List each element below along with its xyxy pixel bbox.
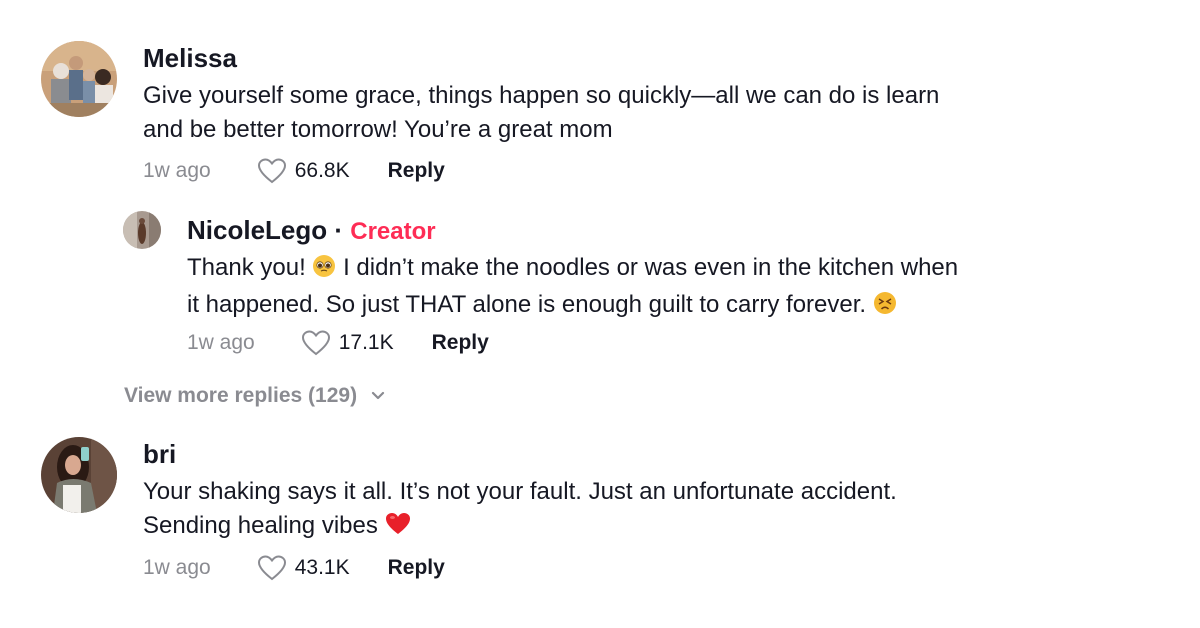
timestamp: 1w ago bbox=[143, 159, 211, 182]
heart-outline-icon bbox=[257, 158, 286, 184]
username[interactable]: Melissa bbox=[143, 43, 237, 74]
red-heart-emoji bbox=[385, 512, 411, 544]
text-segment: Sending healing vibes bbox=[143, 512, 385, 539]
avatar-photo-icon bbox=[123, 211, 161, 249]
reply-button[interactable]: Reply bbox=[388, 556, 445, 580]
text-segment: I didn’t make the noodles or was even in… bbox=[336, 254, 959, 281]
like-count: 43.1K bbox=[294, 556, 350, 579]
comment-text-line: Sending healing vibes bbox=[143, 510, 897, 544]
heart-outline-icon bbox=[301, 330, 330, 356]
timestamp: 1w ago bbox=[187, 331, 255, 354]
text-segment: it happened. So just THAT alone is enoug… bbox=[187, 291, 873, 318]
comment-text-line: it happened. So just THAT alone is enoug… bbox=[187, 289, 958, 323]
reply-button[interactable]: Reply bbox=[432, 331, 489, 355]
timestamp: 1w ago bbox=[143, 556, 211, 579]
comment-text-line: Thank you! I didn’t make the noodles or … bbox=[187, 252, 958, 286]
comment-text: Your shaking says it all. It’s not your … bbox=[143, 476, 897, 544]
comment-text: Give yourself some grace, things happen … bbox=[143, 80, 939, 145]
reply-button[interactable]: Reply bbox=[388, 159, 445, 183]
comment-meta: 1w ago 43.1K Reply bbox=[143, 555, 445, 581]
avatar[interactable] bbox=[41, 437, 117, 513]
avatar[interactable] bbox=[123, 211, 161, 249]
comment-meta: 1w ago 66.8K Reply bbox=[143, 158, 445, 184]
avatar-photo-icon bbox=[41, 437, 117, 513]
separator: · bbox=[327, 215, 351, 245]
pleading-face-emoji bbox=[312, 254, 336, 286]
like-count: 66.8K bbox=[294, 159, 350, 182]
like-count: 17.1K bbox=[338, 331, 394, 354]
view-more-replies-button[interactable]: View more replies (129) bbox=[124, 384, 385, 408]
chevron-down-icon bbox=[371, 391, 385, 400]
creator-badge: Creator bbox=[350, 218, 436, 245]
comment-text: Thank you! I didn’t make the noodles or … bbox=[187, 252, 958, 323]
text-segment: Thank you! bbox=[187, 254, 313, 281]
username[interactable]: bri bbox=[143, 439, 176, 470]
heart-outline-icon bbox=[257, 555, 286, 581]
comment-text-line: Your shaking says it all. It’s not your … bbox=[143, 478, 897, 505]
avatar-photo-icon bbox=[41, 41, 117, 117]
username-line: NicoleLego · Creator bbox=[187, 215, 436, 246]
like-button[interactable]: 17.1K bbox=[301, 330, 394, 356]
username[interactable]: NicoleLego bbox=[187, 215, 327, 245]
avatar[interactable] bbox=[41, 41, 117, 117]
view-more-label: View more replies (129) bbox=[124, 384, 358, 407]
comment-meta: 1w ago 17.1K Reply bbox=[187, 330, 489, 356]
tired-face-emoji bbox=[873, 291, 897, 323]
comment-text-line: and be better tomorrow! You’re a great m… bbox=[143, 116, 613, 143]
like-button[interactable]: 43.1K bbox=[257, 555, 350, 581]
comment-text-line: Give yourself some grace, things happen … bbox=[143, 82, 940, 109]
like-button[interactable]: 66.8K bbox=[257, 158, 350, 184]
